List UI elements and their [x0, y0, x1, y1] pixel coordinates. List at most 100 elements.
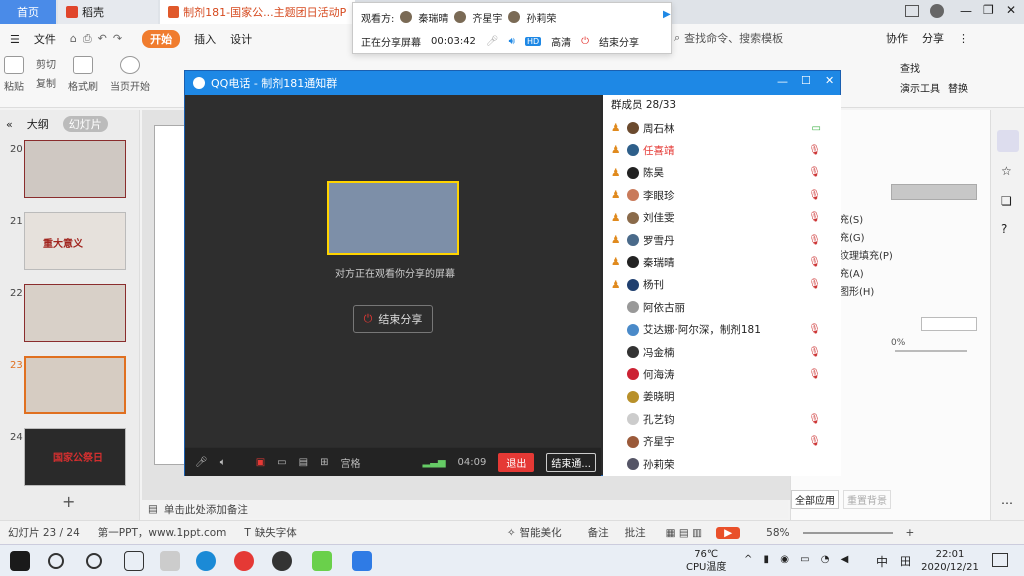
find-button[interactable]: 查找: [900, 60, 920, 75]
quality-button[interactable]: 高清: [551, 34, 571, 49]
notification-icon[interactable]: [992, 553, 1008, 567]
end-call-button[interactable]: 结束通...: [546, 452, 596, 472]
ime-icon[interactable]: 田: [900, 553, 911, 569]
qq-taskbar-icon[interactable]: [272, 551, 292, 571]
quick-access-icons[interactable]: ⌂⎙↶↷: [70, 32, 128, 46]
presentation-tools-button[interactable]: 演示工具: [900, 80, 940, 95]
tab-slides[interactable]: 幻灯片: [62, 116, 108, 132]
slideshow-play-icon[interactable]: ▶: [716, 526, 741, 539]
app-icon[interactable]: [160, 551, 180, 571]
microphone-icon[interactable]: 🎤︎: [486, 36, 499, 47]
member-row[interactable]: ♟ 刘佳雯 🎙︎: [611, 207, 833, 229]
slide-thumbnail[interactable]: [24, 140, 126, 198]
more-icon[interactable]: ⋯: [1001, 496, 1013, 510]
menu-design[interactable]: 设计: [230, 31, 252, 47]
notes-button[interactable]: 备注: [588, 525, 609, 540]
comments-button[interactable]: 批注: [625, 525, 646, 540]
color-dropdown[interactable]: [891, 184, 977, 200]
beautify-button[interactable]: 智能美化: [520, 525, 562, 540]
member-row[interactable]: ♟ 李眼珍 🎙︎: [611, 184, 833, 206]
close-icon[interactable]: ✕: [825, 74, 834, 87]
window-layout-icon[interactable]: [905, 5, 919, 17]
transparency-dropdown[interactable]: [921, 317, 977, 331]
qq-end-share-button[interactable]: ⏻ 结束分享: [353, 305, 433, 333]
properties-icon[interactable]: [997, 130, 1019, 152]
cortana-icon[interactable]: [86, 553, 102, 569]
notes-placeholder[interactable]: 单击此处添加备注: [164, 502, 248, 517]
member-row[interactable]: 孙莉荣: [611, 453, 833, 475]
zoom-slider[interactable]: [803, 531, 894, 534]
member-row[interactable]: 姜晓明: [611, 386, 833, 408]
user-avatar[interactable]: [930, 4, 944, 18]
grid-view-button[interactable]: 宫格: [340, 455, 360, 470]
presenter-icon[interactable]: ▤: [299, 457, 308, 468]
zoom-in-icon[interactable]: +: [905, 527, 914, 539]
fill-option[interactable]: 充(S): [839, 212, 893, 230]
tab-daoke[interactable]: 稻壳: [58, 0, 158, 24]
tab-home[interactable]: 首页: [0, 0, 56, 24]
cut-button[interactable]: 剪切 复制: [36, 56, 56, 106]
member-row[interactable]: 冯金楠 🎙︎: [611, 341, 833, 363]
member-row[interactable]: ♟ 周石林 ▭: [611, 117, 833, 139]
help-icon[interactable]: ?: [1001, 222, 1007, 236]
missing-font-button[interactable]: 缺失字体: [255, 525, 297, 540]
maximize-icon[interactable]: ☐: [801, 74, 811, 87]
input-language[interactable]: 中: [876, 553, 888, 570]
close-icon[interactable]: ✕: [1006, 3, 1016, 17]
exit-button[interactable]: 退出: [498, 452, 535, 472]
wps-icon[interactable]: [352, 551, 372, 571]
slide-thumbnail-selected[interactable]: [24, 356, 126, 414]
minimize-icon[interactable]: —: [960, 4, 972, 18]
task-view-icon[interactable]: [124, 551, 144, 571]
slide-thumbnail[interactable]: [24, 284, 126, 342]
fill-option[interactable]: 纹理填充(P): [839, 248, 893, 266]
slide-thumbnail[interactable]: 重大意义: [24, 212, 126, 270]
more-icon[interactable]: ⋮: [958, 32, 969, 45]
replace-button[interactable]: 替换: [948, 80, 968, 95]
template-name[interactable]: 第一PPT，www.1ppt.com: [98, 525, 227, 540]
member-row[interactable]: 齐星宇 🎙︎: [611, 431, 833, 453]
apply-all-button[interactable]: 全部应用: [791, 490, 839, 509]
speaker-icon[interactable]: 🔈︎: [220, 457, 226, 468]
collab-button[interactable]: 协作: [886, 30, 908, 46]
collapse-icon[interactable]: «: [6, 118, 13, 131]
menu-file[interactable]: 文件: [34, 31, 56, 47]
star-icon[interactable]: ☆: [1001, 164, 1012, 178]
member-row[interactable]: ♟ 罗雪丹 🎙︎: [611, 229, 833, 251]
member-row[interactable]: ♟ 陈昊 🎙︎: [611, 162, 833, 184]
member-row[interactable]: 何海涛 🎙︎: [611, 363, 833, 385]
microphone-icon[interactable]: 🎤︎: [195, 457, 208, 468]
tab-outline[interactable]: 大纲: [27, 116, 49, 132]
fill-option[interactable]: 图形(H): [839, 284, 893, 302]
share-button[interactable]: 分享: [922, 30, 944, 46]
grid-icon[interactable]: ⊞: [320, 457, 328, 468]
windows-start-icon[interactable]: [10, 551, 30, 571]
transparency-slider[interactable]: [895, 350, 967, 352]
camera-off-icon[interactable]: ▣: [256, 457, 265, 468]
member-row[interactable]: 阿依古丽: [611, 296, 833, 318]
command-search[interactable]: 查找命令、搜索模板: [684, 30, 783, 46]
copy-icon[interactable]: ❏: [1001, 194, 1012, 208]
slide-thumbnail[interactable]: 国家公祭日: [24, 428, 126, 486]
member-row[interactable]: 艾达娜·阿尔深，制剂181 🎙︎: [611, 319, 833, 341]
menu-start[interactable]: 开始: [142, 30, 181, 48]
fill-option[interactable]: 充(A): [839, 266, 893, 284]
tray-icons[interactable]: ^ ▮ ◉ ▭ ◔ ◀: [744, 554, 852, 565]
speaker-icon[interactable]: 🔊︎: [509, 36, 515, 47]
end-share-button[interactable]: 结束分享: [599, 34, 639, 49]
menu-insert[interactable]: 插入: [194, 31, 216, 47]
member-row[interactable]: ♟ 秦瑞晴 🎙︎: [611, 251, 833, 273]
reset-background-button[interactable]: 重置背景: [843, 490, 891, 509]
netease-music-icon[interactable]: [234, 551, 254, 571]
minimize-icon[interactable]: —: [777, 75, 788, 88]
expand-arrow-icon[interactable]: ▶: [663, 9, 671, 20]
paste-button[interactable]: 粘贴: [4, 56, 24, 106]
member-row[interactable]: ♟ 杨刊 🎙︎: [611, 274, 833, 296]
player-icon[interactable]: [312, 551, 332, 571]
zoom-level[interactable]: 58%: [766, 527, 789, 539]
add-slide-button[interactable]: +: [62, 492, 75, 511]
clock-time[interactable]: 22:01: [920, 548, 980, 561]
edge-icon[interactable]: [196, 551, 216, 571]
view-buttons[interactable]: ▦ ▤ ▥: [666, 527, 702, 539]
screen-share-icon[interactable]: ▭: [277, 457, 286, 468]
